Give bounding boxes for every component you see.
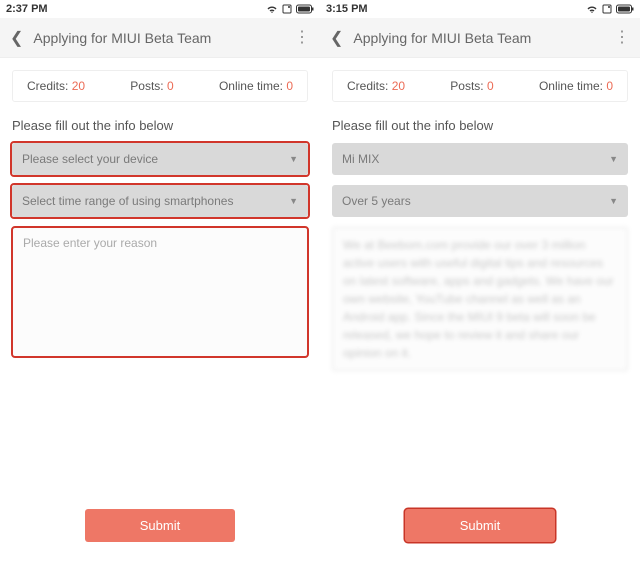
- battery-icon: [296, 4, 314, 14]
- time-range-value: Select time range of using smartphones: [22, 194, 233, 208]
- reason-textarea[interactable]: We at Beebom.com provide our over 3 mill…: [332, 227, 628, 371]
- status-time: 3:15 PM: [326, 3, 368, 15]
- status-time: 2:37 PM: [6, 3, 48, 15]
- screen-right: 3:15 PM ❮ Applying for MIUI Beta Team ⋮ …: [320, 0, 640, 566]
- more-icon[interactable]: ⋮: [294, 35, 310, 41]
- battery-icon: [616, 4, 634, 14]
- device-select[interactable]: Please select your device ▼: [12, 143, 308, 175]
- chevron-down-icon: ▼: [609, 154, 618, 164]
- status-bar: 3:15 PM: [320, 0, 640, 18]
- submit-area: Submit: [320, 495, 640, 566]
- stats-bar: Credits: 20 Posts: 0 Online time: 0: [12, 70, 308, 102]
- stopwatch-icon: [282, 4, 292, 14]
- form: Please select your device ▼ Select time …: [0, 143, 320, 357]
- back-icon[interactable]: ❮: [10, 28, 23, 48]
- app-header: ❮ Applying for MIUI Beta Team ⋮: [320, 18, 640, 58]
- form: Mi MIX ▼ Over 5 years ▼ We at Beebom.com…: [320, 143, 640, 371]
- section-label: Please fill out the info below: [320, 102, 640, 143]
- device-select[interactable]: Mi MIX ▼: [332, 143, 628, 175]
- online-stat: Online time: 0: [539, 79, 613, 93]
- online-stat: Online time: 0: [219, 79, 293, 93]
- page-title: Applying for MIUI Beta Team: [33, 30, 284, 46]
- status-icons: [586, 4, 634, 14]
- more-icon[interactable]: ⋮: [614, 35, 630, 41]
- screen-left: 2:37 PM ❮ Applying for MIUI Beta Team ⋮ …: [0, 0, 320, 566]
- device-select-value: Mi MIX: [342, 152, 379, 166]
- time-range-value: Over 5 years: [342, 194, 411, 208]
- chevron-down-icon: ▼: [609, 196, 618, 206]
- submit-button[interactable]: Submit: [405, 509, 555, 542]
- credits-stat: Credits: 20: [27, 79, 85, 93]
- time-range-select[interactable]: Select time range of using smartphones ▼: [12, 185, 308, 217]
- submit-area: Submit: [0, 495, 320, 566]
- posts-stat: Posts: 0: [130, 79, 173, 93]
- wifi-icon: [586, 4, 598, 14]
- reason-textarea[interactable]: Please enter your reason: [12, 227, 308, 357]
- page-title: Applying for MIUI Beta Team: [353, 30, 604, 46]
- submit-button[interactable]: Submit: [85, 509, 235, 542]
- stopwatch-icon: [602, 4, 612, 14]
- wifi-icon: [266, 4, 278, 14]
- app-header: ❮ Applying for MIUI Beta Team ⋮: [0, 18, 320, 58]
- credits-stat: Credits: 20: [347, 79, 405, 93]
- back-icon[interactable]: ❮: [330, 28, 343, 48]
- status-bar: 2:37 PM: [0, 0, 320, 18]
- chevron-down-icon: ▼: [289, 154, 298, 164]
- status-icons: [266, 4, 314, 14]
- device-select-value: Please select your device: [22, 152, 158, 166]
- section-label: Please fill out the info below: [0, 102, 320, 143]
- chevron-down-icon: ▼: [289, 196, 298, 206]
- stats-bar: Credits: 20 Posts: 0 Online time: 0: [332, 70, 628, 102]
- posts-stat: Posts: 0: [450, 79, 493, 93]
- time-range-select[interactable]: Over 5 years ▼: [332, 185, 628, 217]
